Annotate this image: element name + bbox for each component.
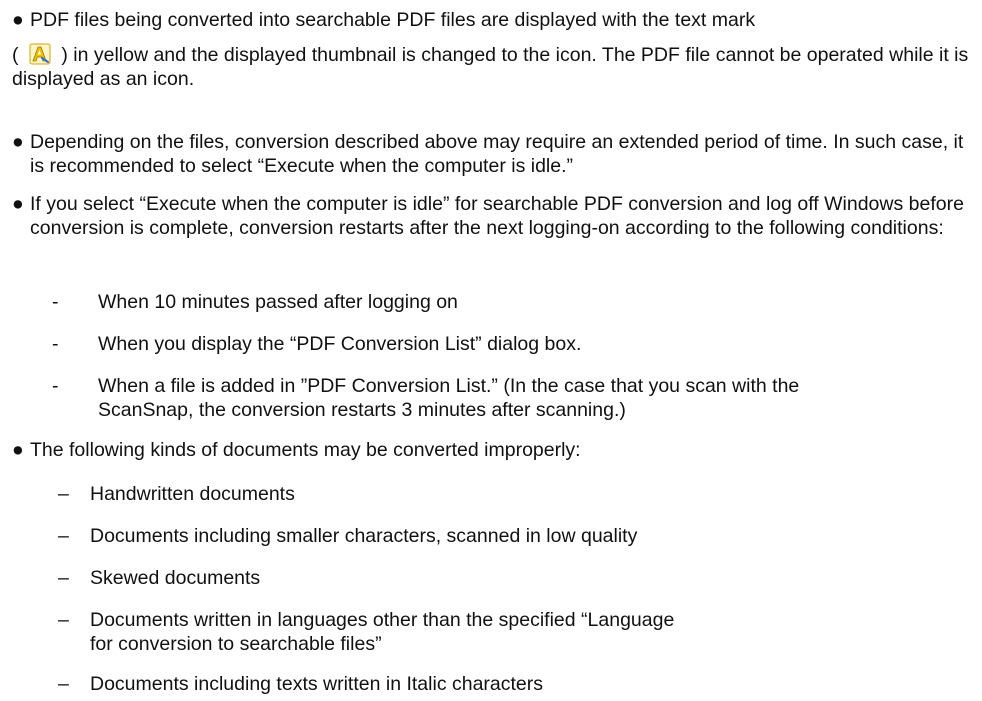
document-kind-item: – Documents including smaller characters… xyxy=(58,524,918,548)
document-kind-text: Skewed documents xyxy=(90,567,261,589)
note-text: Depending on the files, conversion descr… xyxy=(30,131,964,177)
condition-text: When 10 minutes passed after logging on xyxy=(98,291,458,313)
document-kind-text: Documents including smaller characters, … xyxy=(90,525,638,547)
document-kind-text: Documents written in languages other tha… xyxy=(90,609,675,655)
note-searchable-pdf-mark: ● PDF files being converted into searcha… xyxy=(12,8,974,91)
dash-marker: – xyxy=(58,567,69,589)
dash-marker: – xyxy=(58,673,69,695)
note-extended-period: ● Depending on the files, conversion des… xyxy=(12,130,974,178)
document-kind-item: – Handwritten documents xyxy=(58,482,918,506)
note-text: If you select “Execute when the computer… xyxy=(30,193,964,239)
condition-item: - When a file is added in ”PDF Conversio… xyxy=(52,374,912,422)
dash-marker: - xyxy=(52,333,59,355)
dash-marker: – xyxy=(58,525,69,547)
note-idle-conversion: ● If you select “Execute when the comput… xyxy=(12,192,974,240)
condition-item: - When you display the “PDF Conversion L… xyxy=(52,332,912,356)
note-line-2-rest: ) in yellow and the displayed thumbnail … xyxy=(12,44,969,90)
dash-marker: – xyxy=(58,483,69,505)
document-kind-text: Documents including texts written in Ita… xyxy=(90,673,544,695)
dash-marker: – xyxy=(58,609,69,631)
document-kind-item: – Documents written in languages other t… xyxy=(58,608,918,656)
bullet-dot: ● xyxy=(12,193,24,215)
condition-text: When a file is added in ”PDF Conversion … xyxy=(98,375,800,421)
document-kind-item: – Documents including texts written in I… xyxy=(58,672,918,696)
pdf-conversion-mark-icon xyxy=(28,42,52,66)
note-line-1: PDF files being converted into searchabl… xyxy=(30,9,756,31)
document-kind-text: Handwritten documents xyxy=(90,483,295,505)
document-kind-item: – Skewed documents xyxy=(58,566,918,590)
note-text: PDF files being converted into searchabl… xyxy=(12,8,974,91)
dash-marker: - xyxy=(52,291,59,313)
open-paren: ( xyxy=(12,44,19,66)
bullet-dot: ● xyxy=(12,439,24,461)
condition-item: - When 10 minutes passed after logging o… xyxy=(52,290,912,314)
notes-page: ● PDF files being converted into searcha… xyxy=(0,0,982,701)
bullet-dot: ● xyxy=(12,9,24,31)
note-text: The following kinds of documents may be … xyxy=(30,439,581,461)
bullet-dot: ● xyxy=(12,131,24,153)
note-line-2: ( ) in yellow and the displayed thumbnai… xyxy=(12,42,974,91)
dash-marker: - xyxy=(52,375,59,397)
condition-text: When you display the “PDF Conversion Lis… xyxy=(98,333,582,355)
note-improper-conversion: ● The following kinds of documents may b… xyxy=(12,438,974,462)
